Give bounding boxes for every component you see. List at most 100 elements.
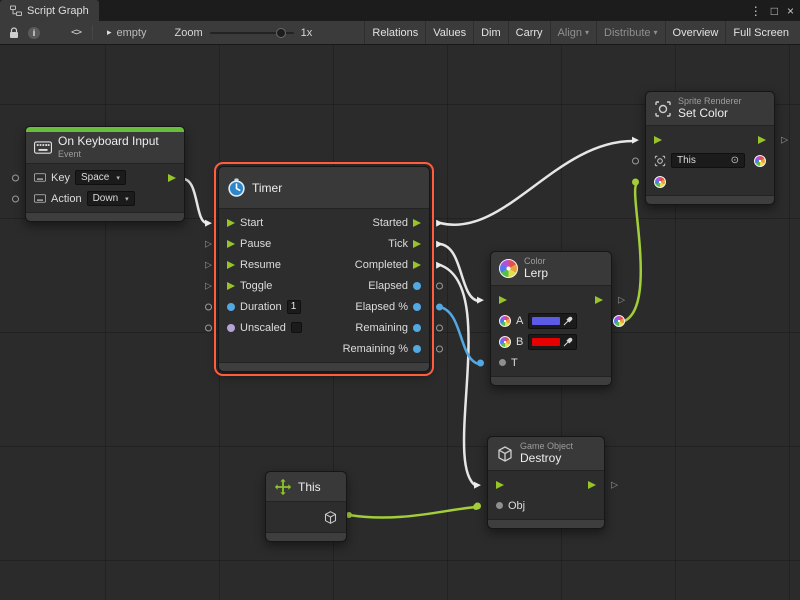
close-icon[interactable]: × xyxy=(787,4,794,18)
eyedropper-icon[interactable] xyxy=(563,316,573,326)
eyedropper-icon[interactable] xyxy=(563,337,573,347)
flow-in-icon[interactable] xyxy=(227,261,235,269)
overview-button[interactable]: Overview xyxy=(665,21,726,44)
graph-canvas[interactable]: On Keyboard Input Event Key Space▾ Actio… xyxy=(0,45,800,600)
a-color-swatch[interactable] xyxy=(532,317,560,325)
port-color-in[interactable] xyxy=(632,178,639,185)
port-renderer-out[interactable] xyxy=(754,155,766,167)
port-start-in[interactable]: ▶ xyxy=(205,218,212,227)
zoom-slider[interactable] xyxy=(210,26,294,40)
color-value-icon[interactable] xyxy=(499,336,511,348)
flow-in-icon[interactable] xyxy=(227,219,235,227)
port-pause-in[interactable]: ▷ xyxy=(205,239,212,248)
flow-in-icon[interactable] xyxy=(499,296,507,304)
port-key-input[interactable] xyxy=(12,174,19,181)
flow-in-icon[interactable] xyxy=(227,240,235,248)
object-picker-icon[interactable]: ⊙ xyxy=(731,155,739,166)
node-this[interactable]: This xyxy=(265,471,347,542)
value-in-icon[interactable] xyxy=(227,303,235,311)
node-timer[interactable]: Timer ▶ Start Started ▶ ▷ Pause Tick ▶ ▷… xyxy=(218,166,430,372)
target-object-field[interactable]: This ⊙ xyxy=(671,153,745,168)
flow-out-icon[interactable] xyxy=(595,296,603,304)
port-toggle-in[interactable]: ▷ xyxy=(205,281,212,290)
duration-input[interactable]: 1 xyxy=(287,300,301,314)
port-remaining-pct-out[interactable] xyxy=(436,345,443,352)
flow-in-icon[interactable] xyxy=(654,136,662,144)
node-header: On Keyboard Input Event xyxy=(26,132,184,164)
port-destroy-flow-out[interactable]: ▷ xyxy=(611,480,618,489)
color-value-icon[interactable] xyxy=(499,315,511,327)
b-color-swatch[interactable] xyxy=(532,338,560,346)
port-action-input[interactable] xyxy=(12,195,19,202)
color-value-icon[interactable] xyxy=(654,176,666,188)
port-t-in[interactable] xyxy=(477,359,484,366)
tab-script-graph[interactable]: Script Graph xyxy=(0,0,99,21)
flow-out-icon[interactable] xyxy=(588,481,596,489)
node-color-lerp[interactable]: Color Lerp ▶ ▷ A B xyxy=(490,251,612,386)
value-out-icon[interactable] xyxy=(413,303,421,311)
port-setcolor-flow-in[interactable]: ▶ xyxy=(632,135,639,144)
flow-out-icon[interactable] xyxy=(413,261,421,269)
b-color-field[interactable] xyxy=(528,334,577,350)
trigger-out-port[interactable] xyxy=(168,174,176,182)
game-object-cube-icon xyxy=(496,445,514,463)
port-elapsed-out[interactable] xyxy=(436,282,443,289)
flow-out-icon[interactable] xyxy=(758,136,766,144)
wire-this-to-obj[interactable] xyxy=(349,507,476,518)
value-out-icon[interactable] xyxy=(413,282,421,290)
wire-started-to-setcolor[interactable] xyxy=(440,141,633,225)
wire-keyboard-to-timer-start[interactable] xyxy=(183,179,207,223)
values-button[interactable]: Values xyxy=(425,21,473,44)
full-screen-button[interactable]: Full Screen xyxy=(725,21,796,44)
port-lerp-flow-out[interactable]: ▷ xyxy=(618,295,625,304)
wire-completed-to-destroy[interactable] xyxy=(440,265,476,486)
lock-icon[interactable] xyxy=(4,23,24,43)
maximize-icon[interactable]: □ xyxy=(771,4,778,18)
port-unscaled-in[interactable] xyxy=(205,324,212,331)
tab-title: Script Graph xyxy=(27,5,89,17)
lerp-t-row: T xyxy=(491,352,611,373)
port-setcolor-flow-out[interactable]: ▷ xyxy=(781,135,788,144)
port-destroy-flow-in[interactable]: ▶ xyxy=(474,480,481,489)
a-color-field[interactable] xyxy=(528,313,577,329)
port-lerp-result-out[interactable] xyxy=(613,315,625,327)
wire-tick-to-lerp[interactable] xyxy=(440,244,479,301)
port-tick-out[interactable]: ▶ xyxy=(436,239,443,248)
port-obj-in[interactable] xyxy=(474,502,481,509)
game-object-cube-icon[interactable] xyxy=(323,510,338,525)
node-destroy[interactable]: Game Object Destroy ▶ ▷ Obj xyxy=(487,436,605,529)
action-dropdown[interactable]: Down▾ xyxy=(87,191,135,206)
port-started-out[interactable]: ▶ xyxy=(436,218,443,227)
key-dropdown[interactable]: Space▾ xyxy=(75,170,126,185)
value-in-icon[interactable] xyxy=(496,502,503,509)
distribute-button[interactable]: Distribute▾ xyxy=(596,21,664,44)
code-icon[interactable]: <> xyxy=(66,23,86,43)
carry-button[interactable]: Carry xyxy=(508,21,550,44)
port-remaining-out[interactable] xyxy=(436,324,443,331)
value-in-icon[interactable] xyxy=(499,359,506,366)
menu-icon[interactable]: ⋮ xyxy=(750,4,762,18)
relations-button[interactable]: Relations xyxy=(364,21,425,44)
node-on-keyboard-input[interactable]: On Keyboard Input Event Key Space▾ Actio… xyxy=(25,126,185,222)
flow-out-icon[interactable] xyxy=(413,219,421,227)
bool-in-icon[interactable] xyxy=(227,324,235,332)
flow-in-icon[interactable] xyxy=(496,481,504,489)
wire-elapsedpct-to-t[interactable] xyxy=(440,307,479,364)
port-duration-in[interactable] xyxy=(205,303,212,310)
port-elapsed-pct-out[interactable] xyxy=(436,303,443,310)
zoom-slider-knob[interactable] xyxy=(276,28,286,38)
node-set-color[interactable]: Sprite Renderer Set Color ▶ ▷ This ⊙ xyxy=(645,91,775,205)
elapsed-pct-label: Elapsed % xyxy=(355,301,408,313)
port-lerp-flow-in[interactable]: ▶ xyxy=(477,295,484,304)
port-completed-out[interactable]: ▶ xyxy=(436,260,443,269)
port-resume-in[interactable]: ▷ xyxy=(205,260,212,269)
value-out-icon[interactable] xyxy=(413,324,421,332)
unscaled-checkbox[interactable] xyxy=(291,322,302,333)
port-target-in[interactable] xyxy=(632,157,639,164)
info-icon[interactable]: i xyxy=(24,23,44,43)
value-out-icon[interactable] xyxy=(413,345,421,353)
dim-button[interactable]: Dim xyxy=(473,21,508,44)
flow-out-icon[interactable] xyxy=(413,240,421,248)
align-button[interactable]: Align▾ xyxy=(550,21,596,44)
flow-in-icon[interactable] xyxy=(227,282,235,290)
